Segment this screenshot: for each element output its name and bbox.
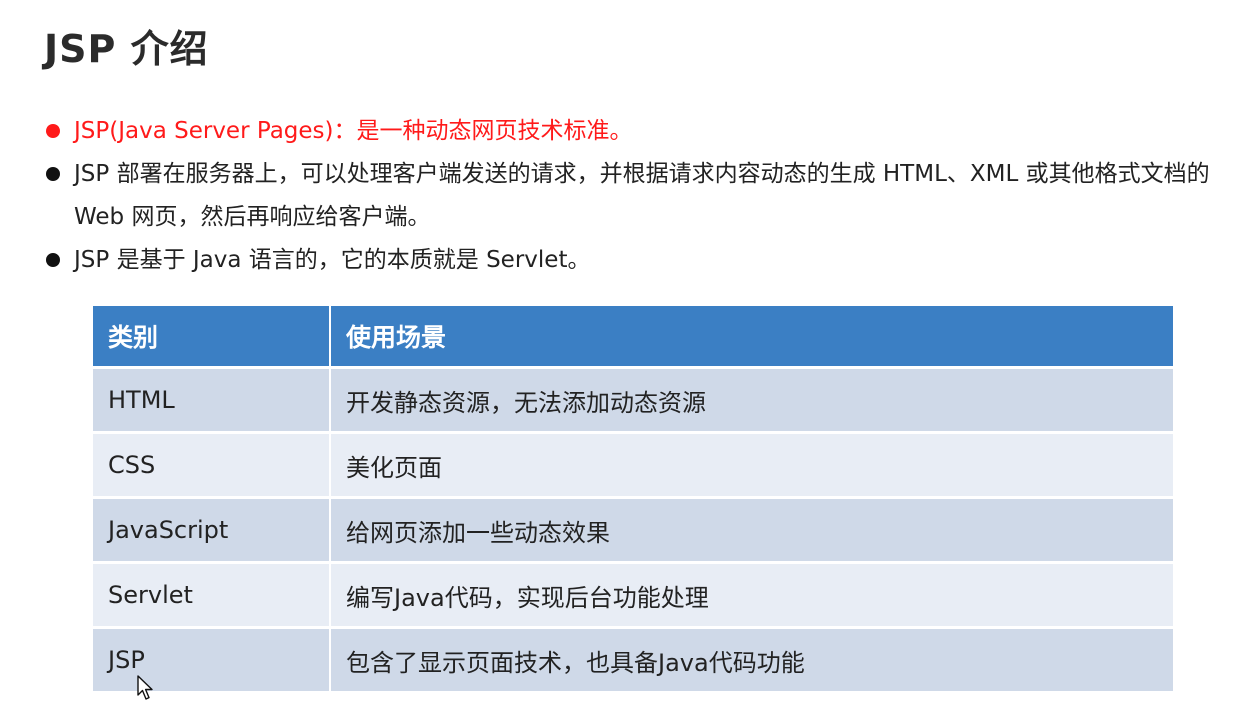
bullet-text: JSP 是基于 Java 语言的，它的本质就是 Servlet。 bbox=[74, 247, 591, 273]
table-cell-category: JavaScript bbox=[93, 499, 331, 564]
table-cell-usage: 给网页添加一些动态效果 bbox=[331, 499, 1173, 564]
bullet-text: JSP(Java Server Pages)：是一种动态网页技术标准。 bbox=[74, 118, 633, 144]
table-cell-usage: 包含了显示页面技术，也具备Java代码功能 bbox=[331, 629, 1173, 694]
table-header-row: 类别 使用场景 bbox=[93, 306, 1173, 369]
table-cell-usage: 编写Java代码，实现后台功能处理 bbox=[331, 564, 1173, 629]
table-row: HTML 开发静态资源，无法添加动态资源 bbox=[93, 369, 1173, 434]
tech-table: 类别 使用场景 HTML 开发静态资源，无法添加动态资源 CSS 美化页面 Ja… bbox=[93, 306, 1173, 694]
page-title: JSP 介绍 bbox=[44, 27, 209, 71]
table-row: JSP 包含了显示页面技术，也具备Java代码功能 bbox=[93, 629, 1173, 694]
table-cell-usage: 美化页面 bbox=[331, 434, 1173, 499]
bullet-item: JSP 是基于 Java 语言的，它的本质就是 Servlet。 bbox=[44, 239, 1224, 282]
table-cell-category: HTML bbox=[93, 369, 331, 434]
column-header-usage: 使用场景 bbox=[331, 306, 1173, 369]
bullet-dot-icon bbox=[46, 167, 60, 181]
table-cell-usage: 开发静态资源，无法添加动态资源 bbox=[331, 369, 1173, 434]
mouse-pointer-icon bbox=[137, 675, 153, 700]
bullet-text: JSP 部署在服务器上，可以处理客户端发送的请求，并根据请求内容动态的生成 HT… bbox=[74, 161, 1210, 230]
table-cell-category: CSS bbox=[93, 434, 331, 499]
bullet-dot-icon bbox=[46, 253, 60, 267]
table-row: JavaScript 给网页添加一些动态效果 bbox=[93, 499, 1173, 564]
column-header-category: 类别 bbox=[93, 306, 331, 369]
table-cell-category: JSP bbox=[93, 629, 331, 694]
table-row: Servlet 编写Java代码，实现后台功能处理 bbox=[93, 564, 1173, 629]
bullet-item: JSP 部署在服务器上，可以处理客户端发送的请求，并根据请求内容动态的生成 HT… bbox=[44, 153, 1224, 239]
table-row: CSS 美化页面 bbox=[93, 434, 1173, 499]
slide: JSP 介绍 JSP(Java Server Pages)：是一种动态网页技术标… bbox=[0, 0, 1244, 712]
bullet-dot-icon bbox=[46, 124, 60, 138]
bullet-item: JSP(Java Server Pages)：是一种动态网页技术标准。 bbox=[44, 110, 1224, 153]
bullet-list: JSP(Java Server Pages)：是一种动态网页技术标准。 JSP … bbox=[44, 110, 1224, 282]
table-cell-category: Servlet bbox=[93, 564, 331, 629]
